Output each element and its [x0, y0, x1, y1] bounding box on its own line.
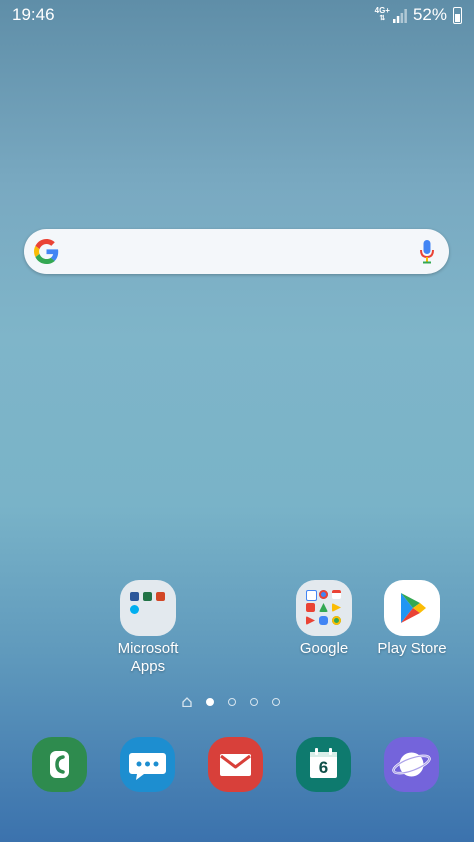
home-icon[interactable] — [182, 697, 192, 707]
app-play-store[interactable]: Play Store — [362, 580, 462, 658]
mic-icon[interactable] — [419, 240, 435, 264]
app-label: Play Store — [377, 640, 447, 657]
app-label: Google — [299, 640, 349, 657]
page-dot-3[interactable] — [250, 698, 258, 706]
status-icons: 4G+ ⇅ 52% — [375, 5, 462, 25]
status-bar: 19:46 4G+ ⇅ 52% — [0, 0, 474, 30]
page-dot-2[interactable] — [228, 698, 236, 706]
internet-icon[interactable] — [384, 737, 439, 792]
app-microsoft-apps[interactable]: Microsoft Apps — [98, 580, 198, 676]
google-g-icon — [34, 239, 59, 264]
calendar-icon[interactable]: 6 — [296, 737, 351, 792]
phone-icon[interactable] — [32, 737, 87, 792]
play-store-icon — [384, 580, 440, 636]
messages-icon[interactable] — [120, 737, 175, 792]
network-icon: 4G+ ⇅ — [375, 7, 407, 23]
network-type-label: 4G+ ⇅ — [374, 6, 390, 23]
microsoft-folder-icon — [120, 580, 176, 636]
battery-icon — [453, 6, 462, 24]
app-label: Microsoft Apps — [117, 640, 179, 675]
calendar-day: 6 — [318, 758, 329, 777]
email-icon[interactable] — [208, 737, 263, 792]
app-google-folder[interactable]: Google — [274, 580, 374, 658]
page-dot-1[interactable] — [206, 698, 214, 706]
google-search-bar[interactable] — [24, 229, 449, 274]
google-folder-icon — [296, 580, 352, 636]
page-indicator — [182, 697, 280, 707]
battery-percent: 52% — [412, 5, 447, 24]
status-time: 19:46 — [12, 5, 55, 24]
page-dot-4[interactable] — [272, 698, 280, 706]
signal-icon — [392, 9, 407, 23]
